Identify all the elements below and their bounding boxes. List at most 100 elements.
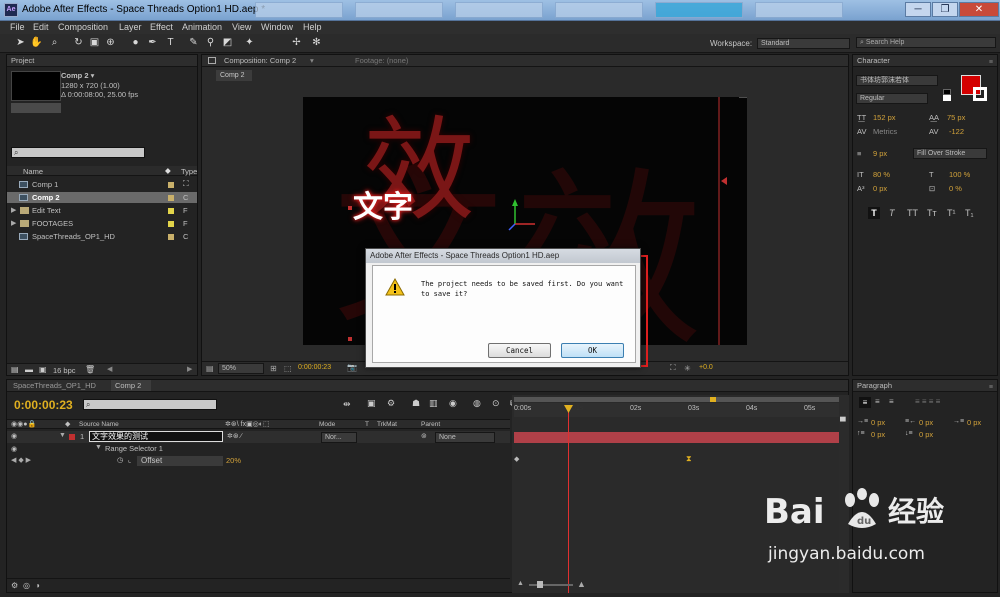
project-item[interactable]: ▶ FOOTAGES F (7, 218, 197, 229)
align-left-button[interactable]: ≡ (859, 397, 871, 408)
ok-button[interactable]: OK (561, 343, 624, 358)
label-swatch[interactable] (69, 434, 75, 440)
pan-behind-tool-icon[interactable]: ⊕ (104, 36, 117, 50)
column-trkmat[interactable]: TrkMat (377, 421, 397, 428)
toggle-modes-icon[interactable]: ◎ (23, 581, 30, 590)
expand-arrow-icon[interactable]: ▶ (11, 206, 16, 214)
expand-arrow-icon[interactable]: ▼ (95, 444, 102, 451)
snapshot-icon[interactable]: 📷 (347, 363, 357, 372)
baseline-shift-value[interactable]: 0 px (873, 184, 887, 193)
live-update-icon[interactable]: ▣ (367, 398, 376, 409)
menu-effect[interactable]: Effect (150, 22, 173, 32)
faux-italic-button[interactable]: T (889, 208, 895, 218)
composition-tab[interactable]: Composition: Comp 2 (224, 55, 296, 66)
chevron-down-icon[interactable]: ▾ (310, 55, 314, 66)
menu-view[interactable]: View (232, 22, 251, 32)
offset-property-row[interactable]: ◀ ◆ ▶ ◷ ⌞ Offset 20% (7, 456, 510, 467)
expand-arrow-icon[interactable]: ▼ (59, 432, 66, 439)
keyframe-icon[interactable]: ⧗ (686, 454, 692, 464)
layer-duration-bar[interactable] (514, 432, 839, 443)
puppet-pin-tool-icon[interactable]: ✢ (290, 36, 303, 50)
timeline-search-input[interactable]: ⌕ (83, 399, 217, 410)
column-type[interactable]: Type (181, 167, 197, 176)
parent-dropdown[interactable]: None (435, 432, 495, 443)
column-source-name[interactable]: Source Name (79, 421, 119, 428)
brush-tool-icon[interactable]: ✎ (187, 36, 200, 50)
type-tool-icon[interactable]: T (164, 36, 177, 50)
taskbar-tab-active[interactable] (655, 2, 743, 18)
taskbar-tab[interactable] (255, 2, 343, 18)
toggle-switches-icon[interactable]: ⚙ (11, 581, 18, 590)
menu-animation[interactable]: Animation (182, 22, 222, 32)
range-selector-row[interactable]: ◉ ▼ Range Selector 1 (7, 444, 510, 455)
zoom-thumb[interactable] (537, 581, 543, 588)
selection-tool-icon[interactable]: ➤ (14, 36, 27, 50)
menu-edit[interactable]: Edit (33, 22, 49, 32)
paragraph-panel-tab[interactable]: Paragraph ≡ (853, 380, 997, 392)
timeline-layer-row[interactable]: ◉ ▼ 1 文字效果的测试 ✲⊛ ∕ Nor... ⊚ None (7, 431, 510, 443)
superscript-button[interactable]: T¹ (947, 208, 956, 218)
font-family-dropdown[interactable]: 书体坊郭沫若体 (856, 75, 938, 86)
footage-tab[interactable]: Footage: (none) (355, 55, 408, 66)
character-panel-tab[interactable]: Character ≡ (853, 55, 997, 67)
zoom-out-icon[interactable]: ▲ (517, 580, 524, 587)
leading-value[interactable]: 75 px (947, 113, 965, 122)
workspace-dropdown[interactable]: Standard (757, 38, 850, 49)
pick-whip-icon[interactable]: ⊚ (421, 432, 427, 440)
taskbar-tab[interactable] (555, 2, 643, 18)
timeline-timecode[interactable]: 0:00:00:23 (14, 398, 73, 412)
delete-icon[interactable]: 🗑 (85, 365, 95, 374)
camera-tool-icon[interactable]: ▣ (88, 36, 101, 50)
space-after-value[interactable]: 0 px (919, 430, 933, 439)
stroke-color-swatch[interactable] (973, 87, 987, 101)
tsume-value[interactable]: 0 % (949, 184, 962, 193)
column-mode[interactable]: Mode (319, 421, 335, 428)
time-ruler[interactable]: 0:00s 01s 02s 03s 04s 05s (514, 403, 839, 417)
rotate-tool-icon[interactable]: ↻ (72, 36, 85, 50)
project-item-selected[interactable]: Comp 2 C (7, 192, 197, 203)
flowchart-icon[interactable]: ⛶ (670, 363, 676, 373)
exposure-icon[interactable]: ✳ (684, 364, 691, 373)
expand-arrow-icon[interactable]: ▶ (11, 219, 16, 227)
project-panel-tab[interactable]: Project (7, 55, 197, 67)
black-swatch[interactable] (943, 89, 951, 95)
close-button[interactable]: ✕ (959, 2, 999, 17)
project-search-input[interactable]: ⌕ (11, 147, 145, 158)
kerning-value[interactable]: Metrics (873, 127, 897, 136)
menu-layer[interactable]: Layer (119, 22, 142, 32)
timeline-tab-spacethreads[interactable]: SpaceThreads_OP1_HD (13, 380, 96, 391)
zoom-in-icon[interactable]: ▲ (577, 579, 586, 589)
new-folder-icon[interactable]: ▬ (25, 365, 33, 374)
interpret-footage-icon[interactable]: ▤ (11, 365, 19, 374)
tracking-value[interactable]: -122 (949, 127, 964, 136)
exposure-value[interactable]: +0.0 (699, 364, 713, 371)
font-style-dropdown[interactable]: Regular (856, 93, 928, 104)
layer-name-field[interactable]: 文字效果的测试 (89, 431, 223, 442)
bit-depth-button[interactable]: 16 bpc (53, 366, 76, 375)
minimize-button[interactable]: ─ (905, 2, 931, 17)
puppet-overlap-tool-icon[interactable]: ✻ (310, 36, 323, 50)
auto-keyframe-icon[interactable]: ⊙ (492, 398, 500, 409)
offset-value[interactable]: 20% (226, 456, 241, 465)
mask-tool-icon[interactable]: ● (129, 36, 142, 50)
cancel-button[interactable]: Cancel (488, 343, 551, 358)
work-area-bar[interactable] (514, 397, 839, 402)
work-area-end-handle[interactable] (710, 397, 716, 402)
eye-icon[interactable]: ◉ (11, 445, 17, 453)
search-help-input[interactable]: ⌕ Search Help (856, 37, 996, 48)
column-name[interactable]: Name (23, 167, 43, 176)
eraser-tool-icon[interactable]: ◩ (221, 36, 234, 50)
toggle-in-out-icon[interactable]: ◑ (35, 581, 40, 590)
flowchart-icon[interactable]: ⛶ (183, 179, 189, 189)
taskbar-tab[interactable] (755, 2, 843, 18)
scroll-right-icon[interactable]: ▶ (187, 365, 192, 373)
menu-file[interactable]: File (10, 22, 25, 32)
eye-icon[interactable]: ◉ (11, 432, 17, 440)
panel-menu-icon[interactable]: ≡ (989, 382, 993, 393)
taskbar-tab[interactable] (355, 2, 443, 18)
comp-viewer-tab[interactable]: Comp 2 (216, 70, 252, 81)
justify-buttons[interactable]: ≡ ≡ ≡ ≡ (915, 397, 940, 406)
zoom-slider[interactable]: ▲ ▲ (517, 579, 597, 590)
stroke-width-value[interactable]: 9 px (873, 149, 887, 158)
zoom-track[interactable] (529, 584, 573, 586)
